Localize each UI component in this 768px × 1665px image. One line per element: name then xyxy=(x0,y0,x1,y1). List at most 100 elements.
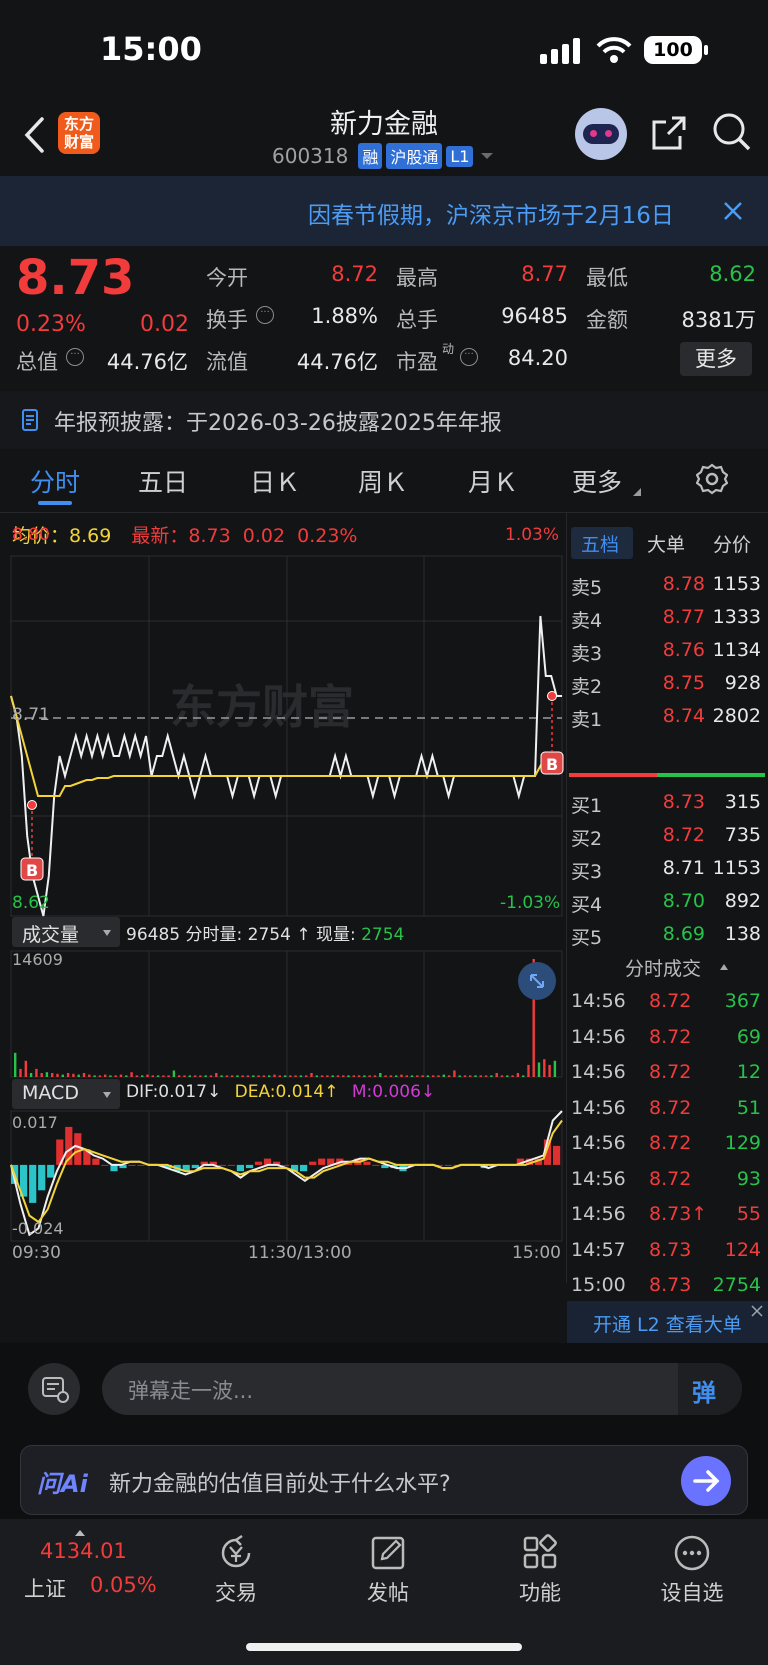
index-quote[interactable]: 4134.01 上证 0.05% xyxy=(0,1519,160,1629)
status-bar: 15:00 100 xyxy=(0,0,768,100)
share-icon[interactable] xyxy=(650,114,688,152)
volume-bar xyxy=(315,1075,318,1077)
more-button[interactable]: 更多 xyxy=(680,342,752,376)
current-price: 8.73 xyxy=(16,250,135,306)
volume-bar xyxy=(537,1062,541,1077)
bid-level-row[interactable]: 买5 8.69 138 xyxy=(567,919,767,952)
danmu-settings-icon[interactable] xyxy=(28,1363,80,1415)
trade-tick-row: 14:56 8.72 51 xyxy=(571,1096,761,1119)
tab-price-dist[interactable]: 分价 xyxy=(713,530,751,557)
volume-bar xyxy=(119,1074,123,1077)
volume-bar xyxy=(553,1060,557,1077)
volume-bar xyxy=(215,1073,218,1077)
volume-bar xyxy=(373,1075,377,1077)
tab-five-level[interactable]: 五档 xyxy=(581,530,619,557)
pe-label: 市盈 xyxy=(396,350,438,374)
volume-bar xyxy=(178,1075,181,1077)
volume-bar xyxy=(352,1075,355,1077)
report-icon xyxy=(22,409,38,431)
volume-bar xyxy=(458,1075,461,1077)
more-dots-icon xyxy=(674,1535,710,1571)
info-icon[interactable]: ··· xyxy=(460,348,478,366)
tab-big-order[interactable]: 大单 xyxy=(647,530,685,557)
volume-bar xyxy=(236,1075,239,1077)
ask-level-row[interactable]: 卖2 8.75 928 xyxy=(567,668,767,701)
float-cap-label: 流值 xyxy=(206,350,248,374)
l2-upgrade-banner[interactable]: 开通 L2 查看大单 xyxy=(567,1301,768,1343)
ask-level-row[interactable]: 卖1 8.74 2802 xyxy=(567,701,767,734)
volume-bar xyxy=(500,1075,504,1077)
nav-post[interactable]: 发帖 xyxy=(312,1519,464,1629)
tab-weekly[interactable]: 周Ｋ xyxy=(358,463,408,499)
home-indicator xyxy=(246,1643,522,1651)
expand-icon[interactable] xyxy=(518,962,556,1000)
tab-more[interactable]: 更多 xyxy=(572,463,622,499)
ask-ai-bar: 问Ai 新力金融的估值目前处于什么水平? xyxy=(0,1431,768,1519)
nav-trade[interactable]: 交易 xyxy=(160,1519,312,1629)
volume-bar xyxy=(421,1075,424,1077)
volume-bar xyxy=(548,1064,551,1077)
volume-bar xyxy=(463,1075,467,1077)
bid-level-row[interactable]: 买4 8.70 892 xyxy=(567,886,767,919)
announcement-bar[interactable]: 年报预披露：于2026-03-26披露2025年年报 xyxy=(0,391,768,449)
tab-intraday[interactable]: 分时 xyxy=(30,463,80,499)
danmu-input[interactable]: 弹幕走一波... 弹 xyxy=(102,1363,742,1415)
volume-bar xyxy=(447,1075,451,1077)
info-icon[interactable]: ··· xyxy=(256,306,274,324)
volume-bar xyxy=(527,1064,530,1077)
ask-level-row[interactable]: 卖3 8.76 1134 xyxy=(567,635,767,668)
trade-tick-row: 14:56 8.73↑ 55 xyxy=(571,1203,761,1225)
tab-5day[interactable]: 五日 xyxy=(138,463,188,499)
nav-add-watchlist[interactable]: 设自选 xyxy=(616,1519,768,1629)
close-icon[interactable] xyxy=(749,1303,765,1319)
ask-level-row[interactable]: 卖4 8.77 1333 xyxy=(567,602,767,635)
ask-ai-question: 新力金融的估值目前处于什么水平? xyxy=(109,1472,451,1497)
ask-level-row[interactable]: 卖5 8.78 1153 xyxy=(567,569,767,602)
ask-ai-input[interactable]: 问Ai 新力金融的估值目前处于什么水平? xyxy=(20,1445,748,1515)
send-arrow-icon[interactable] xyxy=(681,1456,731,1506)
close-icon[interactable] xyxy=(722,200,744,222)
up-triangle-icon xyxy=(75,1530,85,1536)
macd-histogram-bar xyxy=(553,1145,561,1165)
nav-functions[interactable]: 功能 xyxy=(464,1519,616,1629)
settings-gear-icon[interactable] xyxy=(696,463,728,495)
index-value: 4134.01 xyxy=(40,1539,127,1563)
y-max-pct-label: 1.03% xyxy=(505,525,560,545)
chevron-down-icon[interactable] xyxy=(477,149,497,163)
tab-monthly[interactable]: 月Ｋ xyxy=(468,463,518,499)
search-icon[interactable] xyxy=(712,112,752,152)
collapse-arrow-icon[interactable] xyxy=(719,963,729,971)
macd-histogram-bar xyxy=(38,1164,46,1191)
volume-bar xyxy=(432,1075,435,1077)
open-label: 今开 xyxy=(206,266,248,290)
danmu-send-button[interactable]: 弹 xyxy=(678,1363,742,1415)
volume-bar xyxy=(19,1068,22,1077)
change-pct: 0.23% xyxy=(16,312,86,337)
pe-dynamic-sup: 动 xyxy=(442,342,455,356)
macd-dropdown[interactable]: MACD xyxy=(12,1079,120,1109)
amount-label: 金额 xyxy=(586,308,628,332)
bid-level-row[interactable]: 买3 8.71 1153 xyxy=(567,853,767,886)
volume-bar xyxy=(294,1075,297,1077)
bid-level-row[interactable]: 买2 8.72 735 xyxy=(567,820,767,853)
turnover-value: 1.88% xyxy=(311,304,378,328)
macd-histogram-bar xyxy=(309,1161,317,1165)
info-icon[interactable]: ··· xyxy=(66,348,84,366)
notice-banner[interactable]: 因春节假期，沪深京市场于2月16日 xyxy=(0,176,768,246)
signal-icon xyxy=(540,38,580,64)
danmu-bar: 弹幕走一波... 弹 xyxy=(0,1343,768,1431)
volume-bar xyxy=(220,1075,223,1077)
trade-tick-row: 14:56 8.72 69 xyxy=(571,1025,761,1048)
volume-bar xyxy=(93,1075,96,1077)
edit-icon xyxy=(371,1536,405,1570)
tab-daily[interactable]: 日Ｋ xyxy=(250,463,300,499)
volume-bar xyxy=(151,1075,154,1077)
volume-bar xyxy=(336,1075,340,1077)
volume-bar xyxy=(130,1072,133,1077)
stock-header: 东方 财富 新力金融 600318 融 沪股通 L1 xyxy=(0,100,768,176)
volume-max-label: 14609 xyxy=(12,950,63,969)
bid-level-row[interactable]: 买1 8.73 315 xyxy=(567,787,767,820)
volume-dropdown[interactable]: 成交量 xyxy=(12,917,120,947)
mktcap-value: 44.76亿 xyxy=(106,350,188,374)
robot-assistant-icon[interactable] xyxy=(575,108,627,160)
